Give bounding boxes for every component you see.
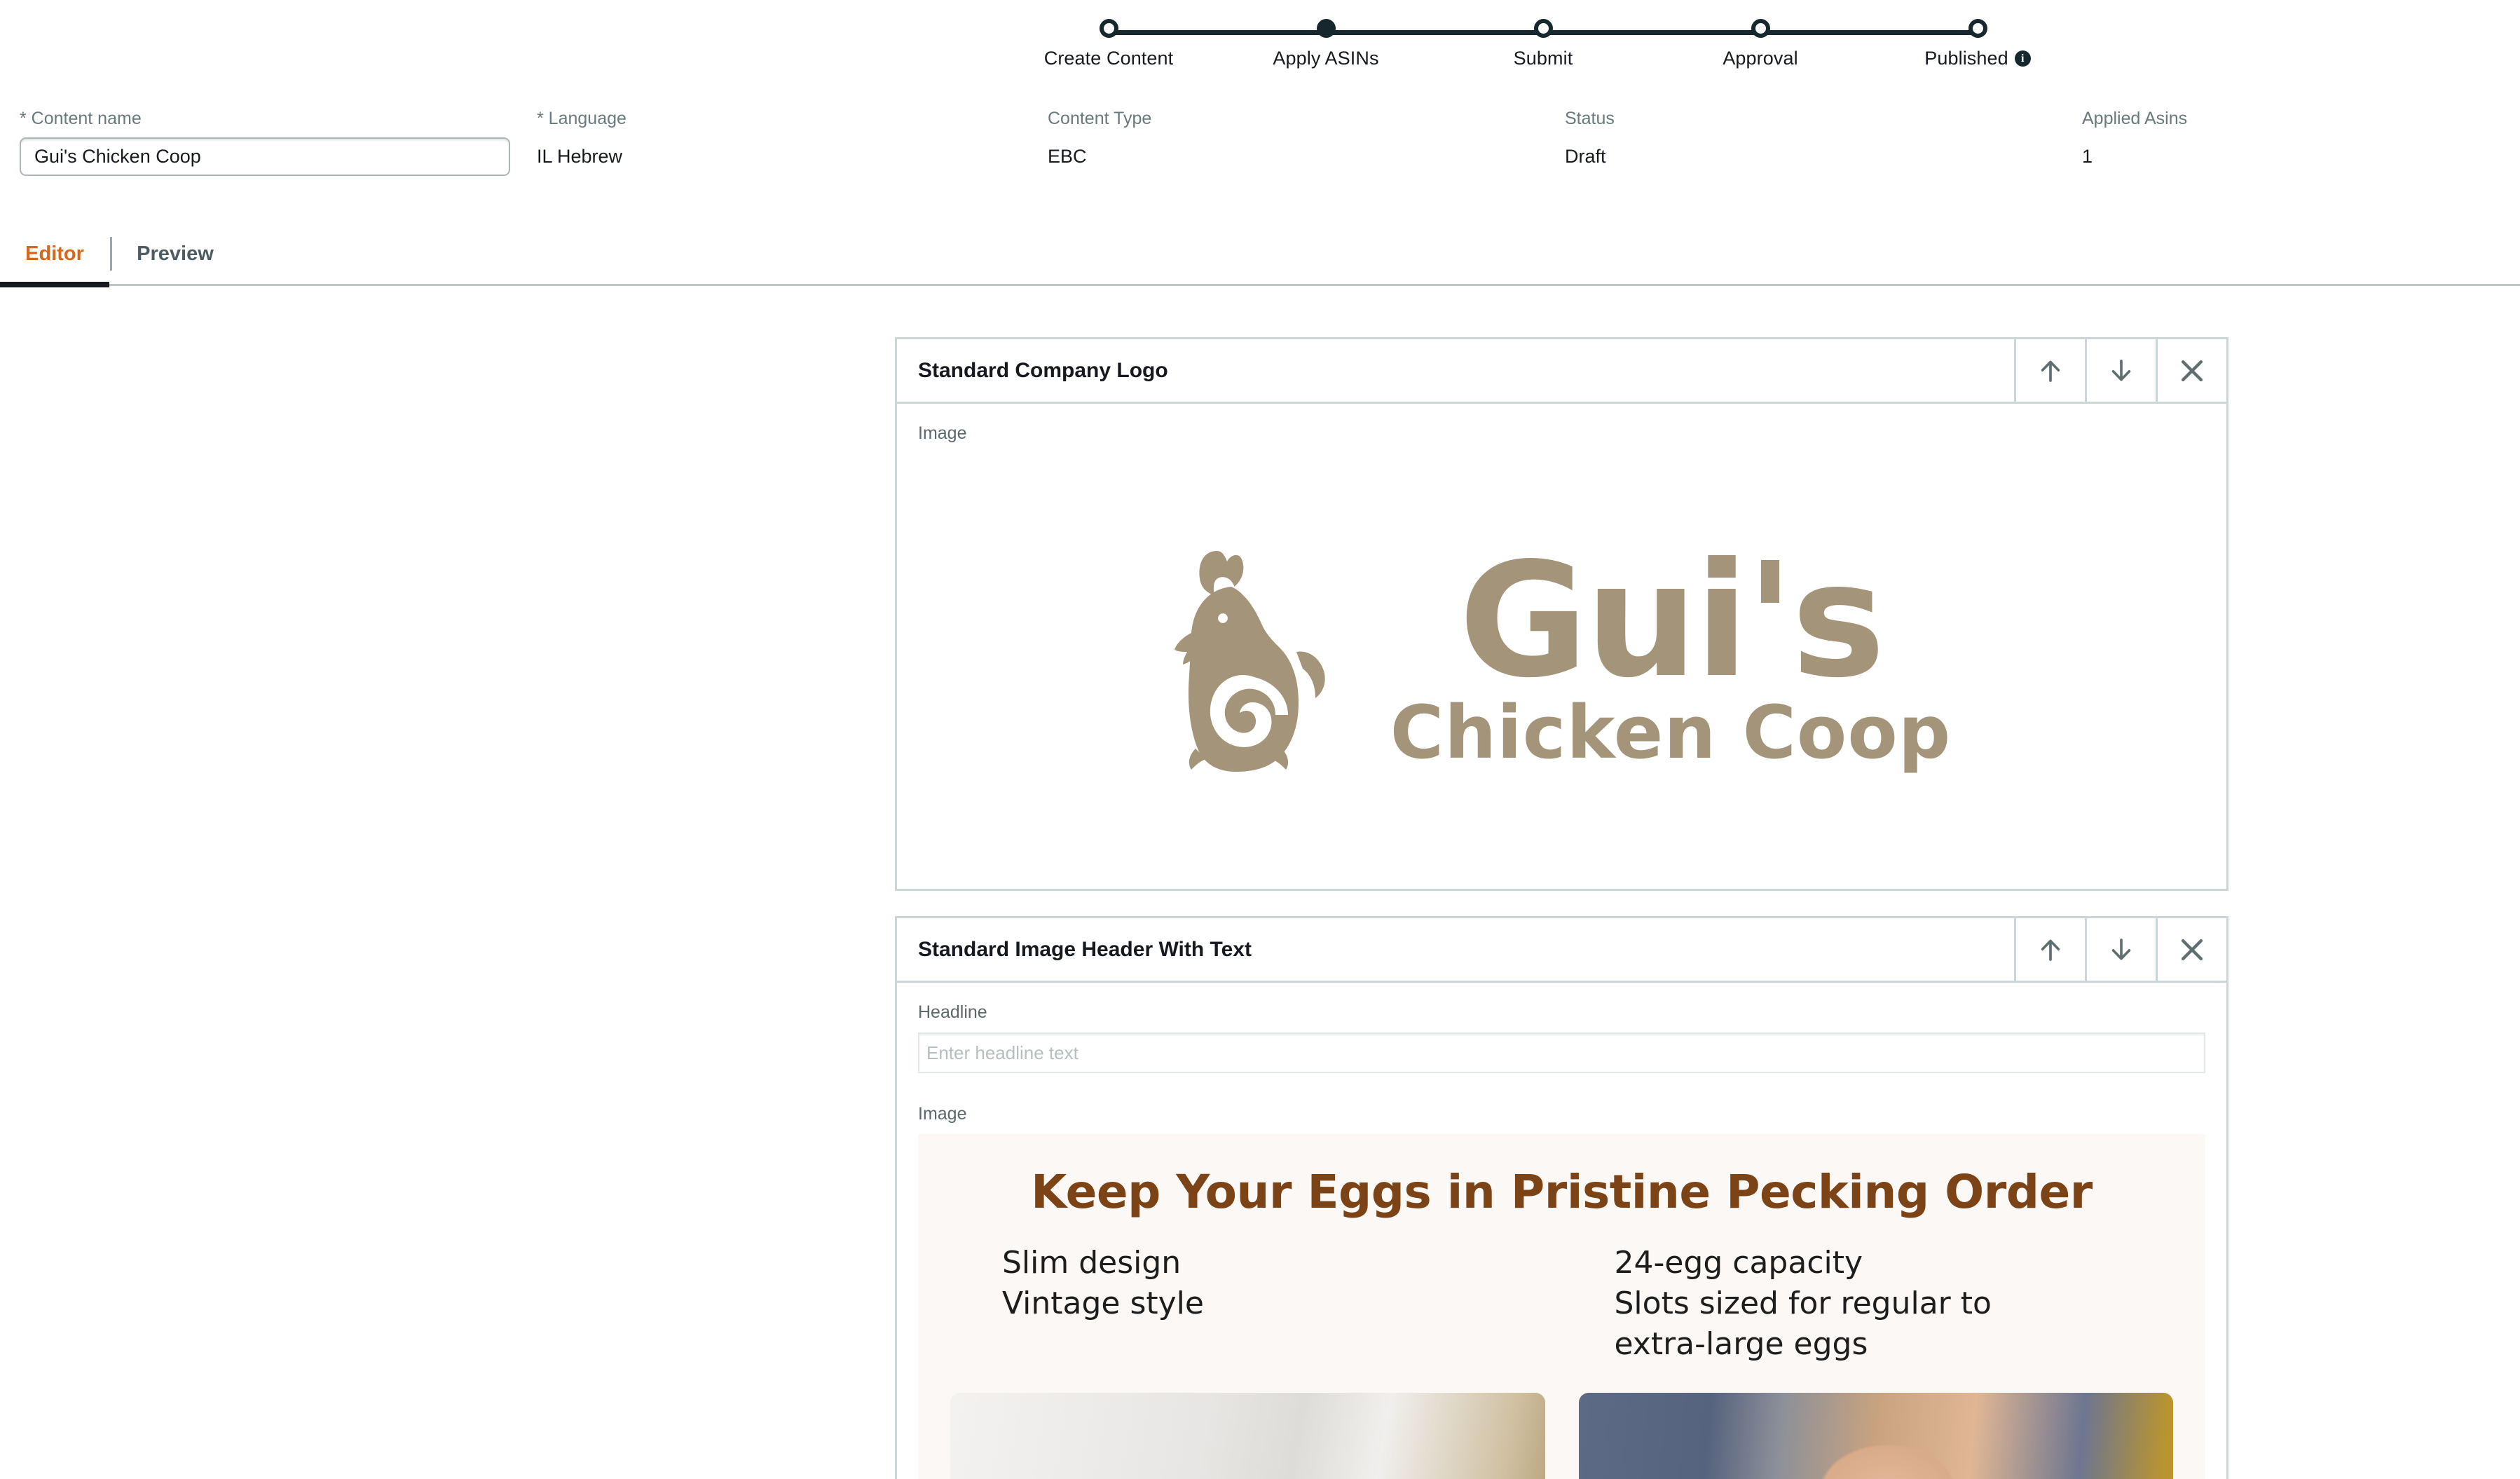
- stepper-step-approval[interactable]: Approval: [1676, 15, 1844, 69]
- stepper-step-create-content[interactable]: Create Content: [1025, 15, 1193, 69]
- step-dot: [1316, 19, 1336, 38]
- ebc-content-editor-page: Create Content Apply ASINs Submit Approv…: [0, 0, 2520, 1479]
- stepper-step-label: Submit: [1513, 48, 1573, 69]
- company-logo-image[interactable]: Gui's Chicken Coop: [918, 454, 2205, 862]
- content-type-label: Content Type: [1048, 109, 1152, 128]
- step-dot: [1968, 19, 1987, 38]
- promo-bullet-columns: Slim design Vintage style 24-egg capacit…: [918, 1219, 2205, 1365]
- tab-preview[interactable]: Preview: [112, 223, 238, 285]
- logo-secondary-text: Chicken Coop: [1390, 690, 1952, 776]
- applied-asins-label: Applied Asins: [2082, 109, 2188, 128]
- tab-baseline: [0, 284, 2520, 286]
- step-dot: [1099, 19, 1118, 38]
- remove-module-button[interactable]: [2156, 918, 2226, 981]
- move-up-button[interactable]: [2014, 339, 2085, 402]
- info-icon[interactable]: i: [2014, 50, 2031, 67]
- promo-right-line: Slots sized for regular to: [1614, 1286, 1992, 1322]
- module-card-standard-image-header-with-text: Standard Image Header With Text Headline…: [895, 916, 2228, 1479]
- tab-active-indicator: [0, 282, 109, 287]
- promo-photo-left: [950, 1393, 1545, 1479]
- image-label: Image: [918, 1104, 967, 1124]
- workflow-stepper: Create Content Apply ASINs Submit Approv…: [1044, 15, 2031, 79]
- applied-asins-value: 1: [2082, 146, 2093, 167]
- image-label: Image: [918, 423, 967, 443]
- module-actions: [2014, 339, 2226, 402]
- promo-right-line: 24-egg capacity: [1614, 1245, 1863, 1281]
- content-type-value: EBC: [1048, 146, 1087, 167]
- language-value: IL Hebrew: [537, 146, 623, 167]
- stepper-step-label: Published: [1924, 48, 2008, 69]
- tab-editor[interactable]: Editor: [0, 223, 109, 285]
- module-title: Standard Company Logo: [918, 358, 1168, 382]
- step-dot: [1533, 19, 1553, 38]
- move-up-button[interactable]: [2014, 918, 2085, 981]
- module-card-standard-company-logo: Standard Company Logo Image Gui's Chicke…: [895, 337, 2228, 891]
- content-name-input[interactable]: [20, 137, 510, 176]
- stepper-step-label: Apply ASINs: [1273, 48, 1379, 69]
- move-down-button[interactable]: [2085, 339, 2156, 402]
- status-value: Draft: [1565, 146, 1606, 167]
- arrow-down-icon: [2111, 938, 2131, 960]
- close-icon: [2181, 939, 2203, 960]
- logo-primary-text: Gui's: [1458, 529, 1886, 714]
- headline-input[interactable]: [918, 1032, 2205, 1073]
- logo-wordmark: Gui's Chicken Coop: [1390, 529, 1952, 776]
- tab-label: Editor: [25, 242, 84, 265]
- promo-headline: Keep Your Eggs in Pristine Pecking Order: [1031, 1165, 2093, 1219]
- promo-photo-row: [918, 1365, 2205, 1479]
- arrow-up-icon: [2041, 939, 2060, 961]
- remove-module-button[interactable]: [2156, 339, 2226, 402]
- promo-right-column: 24-egg capacity Slots sized for regular …: [1615, 1243, 2122, 1365]
- arrow-up-icon: [2041, 360, 2060, 382]
- stepper-step-label: Approval: [1723, 48, 1798, 69]
- step-dot: [1751, 19, 1770, 38]
- module-header: Standard Image Header With Text: [897, 918, 2226, 983]
- module-title: Standard Image Header With Text: [918, 937, 1252, 961]
- arrow-down-icon: [2111, 359, 2131, 381]
- language-label: * Language: [537, 109, 626, 128]
- editor-preview-tabs: Editor Preview: [0, 223, 2520, 287]
- stepper-step-published[interactable]: Published i: [1894, 15, 2062, 69]
- promo-left-line: Slim design: [1002, 1245, 1182, 1281]
- module-actions: [2014, 918, 2226, 981]
- tab-label: Preview: [137, 242, 214, 265]
- promo-photo-right: [1578, 1393, 2173, 1479]
- header-image-preview[interactable]: Keep Your Eggs in Pristine Pecking Order…: [918, 1134, 2205, 1479]
- stepper-step-submit[interactable]: Submit: [1459, 15, 1627, 69]
- promo-left-line: Vintage style: [1002, 1286, 1204, 1322]
- module-body: Headline Image Keep Your Eggs in Pristin…: [897, 983, 2226, 1479]
- module-body: Image Gui's Chicken Coop: [897, 404, 2226, 862]
- move-down-button[interactable]: [2085, 918, 2156, 981]
- promo-left-column: Slim design Vintage style: [1002, 1243, 1509, 1365]
- status-label: Status: [1565, 109, 1615, 128]
- content-name-label: * Content name: [20, 109, 142, 128]
- module-header: Standard Company Logo: [897, 339, 2226, 404]
- headline-label: Headline: [918, 1002, 987, 1022]
- close-icon: [2181, 360, 2203, 381]
- chicken-logo-icon: [1174, 550, 1325, 772]
- stepper-step-apply-asins[interactable]: Apply ASINs: [1242, 15, 1410, 69]
- promo-right-line: extra-large eggs: [1614, 1326, 1868, 1363]
- logo-artwork: Gui's Chicken Coop: [1172, 543, 1951, 774]
- stepper-step-label: Create Content: [1043, 48, 1174, 69]
